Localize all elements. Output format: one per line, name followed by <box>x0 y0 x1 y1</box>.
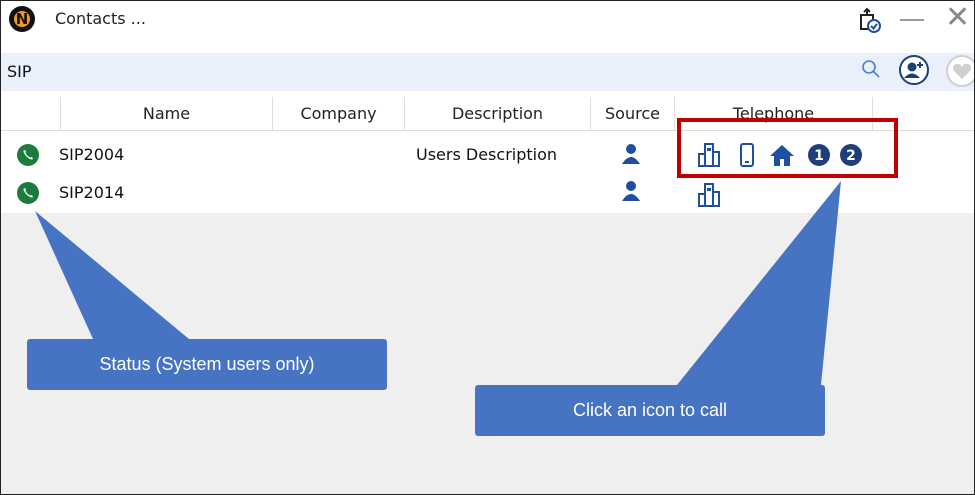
close-button[interactable]: ✕ <box>945 3 970 33</box>
table-row[interactable]: SIP2014 <box>1 176 974 214</box>
contacts-window: N Contacts ... ✕ Name Company D <box>0 0 975 495</box>
office-phone-icon[interactable] <box>697 182 721 208</box>
title-bar: N Contacts ... ✕ <box>1 1 974 37</box>
contact-description: Users Description <box>416 145 558 164</box>
phone-icon <box>23 188 33 198</box>
column-header-company[interactable]: Company <box>273 97 405 130</box>
status-online-icon <box>17 144 39 166</box>
telephone-icons-highlight <box>677 118 898 178</box>
user-source-icon <box>622 144 640 164</box>
contact-name: SIP2014 <box>59 183 125 202</box>
contact-name: SIP2004 <box>59 145 125 164</box>
heart-icon <box>952 63 972 79</box>
search-icon[interactable] <box>861 59 881 79</box>
add-contact-button[interactable] <box>899 55 929 85</box>
status-column-header[interactable] <box>1 97 61 130</box>
column-header-source[interactable]: Source <box>591 97 675 130</box>
column-header-name[interactable]: Name <box>61 97 273 130</box>
status-online-icon <box>17 182 39 204</box>
status-callout: Status (System users only) <box>27 339 387 390</box>
favorites-button[interactable] <box>946 55 974 87</box>
search-bar <box>1 53 974 91</box>
column-header-description[interactable]: Description <box>405 97 591 130</box>
minimize-button[interactable] <box>900 19 924 21</box>
user-source-icon <box>622 181 640 201</box>
search-input[interactable] <box>7 59 847 83</box>
transfer-icon[interactable] <box>856 7 882 33</box>
phone-icon <box>23 150 33 160</box>
add-user-icon <box>904 62 923 78</box>
call-callout: Click an icon to call <box>475 385 825 436</box>
app-logo: N <box>9 6 35 32</box>
window-title: Contacts ... <box>55 9 146 28</box>
